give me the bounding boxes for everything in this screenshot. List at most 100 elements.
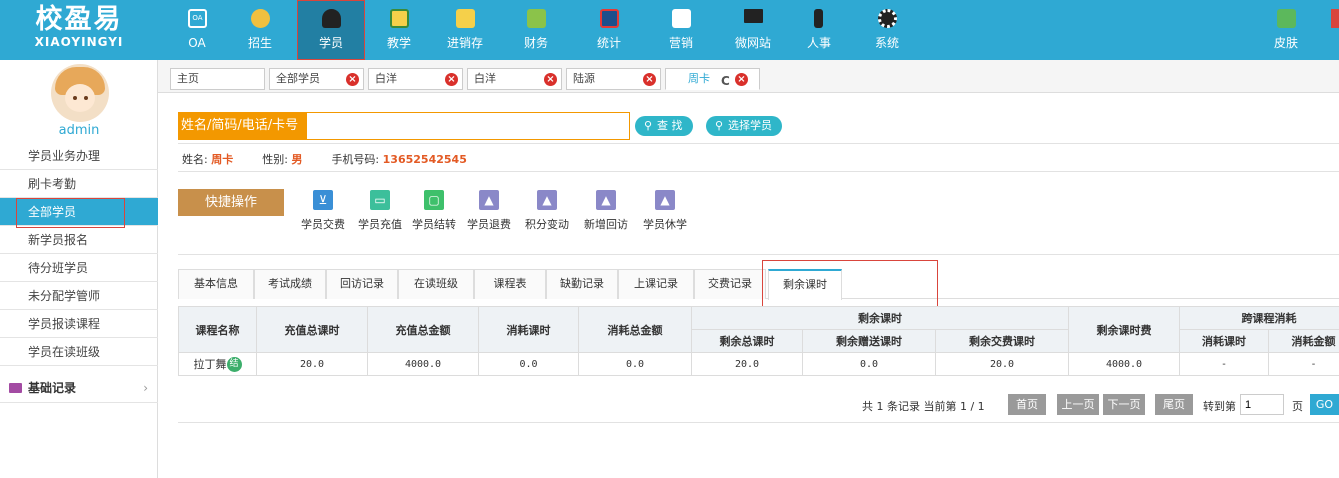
marketing-icon — [672, 9, 691, 28]
sidebar-item-pending-class[interactable]: 待分班学员 — [0, 254, 158, 282]
next-page-button[interactable]: 下一页 — [1103, 394, 1145, 415]
cell-course: 拉丁舞结 — [178, 352, 257, 376]
tab-visit-records[interactable]: 回访记录 — [326, 269, 398, 299]
nav-inventory[interactable]: 进销存 — [431, 0, 499, 60]
col-remaining-gift: 剩余赠送课时 — [802, 329, 936, 353]
nav-skin[interactable]: 皮肤 — [1252, 0, 1320, 60]
quick-action-payment[interactable]: ⊻ 学员交费 — [301, 190, 345, 232]
settings-icon — [878, 9, 897, 28]
first-page-button[interactable]: 首页 — [1008, 394, 1046, 415]
tab-exam-scores[interactable]: 考试成绩 — [254, 269, 326, 299]
prev-page-button[interactable]: 上一页 — [1057, 394, 1099, 415]
nav-label: 系统 — [874, 36, 899, 50]
quick-action-points[interactable]: ▲ 积分变动 — [525, 190, 569, 232]
name-label: 姓名: — [182, 153, 208, 166]
sidebar-group-label: 基础记录 — [28, 381, 77, 395]
sidebar-group-basic-records[interactable]: 基础记录 › — [0, 373, 158, 403]
transfer-icon: ▢ — [424, 190, 444, 210]
nav-marketing[interactable]: 营销 — [647, 0, 715, 60]
nav-oa[interactable]: OA OA — [163, 0, 231, 60]
select-student-button[interactable]: ⚲ 选择学员 — [706, 116, 782, 136]
student-info: 姓名: 周卡 性别: 男 手机号码: 13652542545 — [182, 151, 467, 167]
avatar — [51, 64, 109, 122]
nav-settings[interactable]: 系统 — [853, 0, 921, 60]
table-row: 拉丁舞结 20.0 4000.0 0.0 0.0 20.0 0.0 20.0 4… — [178, 352, 1339, 376]
close-icon[interactable]: × — [643, 73, 656, 86]
divider — [178, 254, 1339, 255]
sidebar-item-current-classes[interactable]: 学员在读班级 — [0, 338, 158, 366]
nav-recruit[interactable]: 招生 — [226, 0, 294, 60]
quick-action-visit[interactable]: ▲ 新增回访 — [584, 190, 628, 232]
nav-label: 教学 — [386, 36, 411, 50]
tab-luyuan[interactable]: 陆源 × — [566, 68, 661, 90]
col-cross-amount: 消耗金额 — [1268, 329, 1339, 353]
quick-action-transfer[interactable]: ▢ 学员结转 — [412, 190, 456, 232]
nav-label: 营销 — [668, 36, 693, 50]
nav-hr[interactable]: 人事 — [785, 0, 853, 60]
sidebar-item-attendance[interactable]: 刷卡考勤 — [0, 170, 158, 198]
tab-baiyang-1[interactable]: 白洋 × — [368, 68, 463, 90]
cell-remaining-total: 20.0 — [691, 352, 803, 376]
sidebar-item-new-enroll[interactable]: 新学员报名 — [0, 226, 158, 254]
col-consumed-hours: 消耗课时 — [478, 306, 579, 353]
exit-icon[interactable] — [1331, 9, 1339, 28]
search-button-label: 查 找 — [657, 119, 683, 132]
oa-icon: OA — [188, 9, 207, 28]
go-button[interactable]: GO — [1310, 394, 1339, 415]
quick-action-label: 积分变动 — [525, 218, 569, 231]
quick-action-recharge[interactable]: ▭ 学员充值 — [358, 190, 402, 232]
tab-label: 全部学员 — [276, 72, 320, 85]
tab-absence[interactable]: 缺勤记录 — [546, 269, 618, 299]
quick-action-refund[interactable]: ▲ 学员退费 — [467, 190, 511, 232]
page-number-input[interactable] — [1240, 394, 1284, 415]
cart-icon: ⊻ — [313, 190, 333, 210]
close-icon[interactable]: × — [445, 73, 458, 86]
search-input[interactable]: 姓名/简码/电话/卡号 — [178, 112, 630, 140]
cell-consumed-amount: 0.0 — [578, 352, 692, 376]
col-remaining-total: 剩余总课时 — [691, 329, 803, 353]
tab-home[interactable]: 主页 — [170, 68, 265, 90]
tab-payment-records[interactable]: 交费记录 — [694, 269, 766, 299]
nav-teaching[interactable]: 教学 — [365, 0, 433, 60]
col-group-remaining: 剩余课时 — [691, 306, 1069, 330]
close-icon[interactable]: × — [735, 73, 748, 86]
sidebar-item-all-students[interactable]: 全部学员 — [0, 198, 158, 228]
tab-attendance-records[interactable]: 上课记录 — [618, 269, 694, 299]
hr-icon — [814, 9, 823, 28]
quick-action-label: 学员交费 — [301, 218, 345, 231]
quick-action-suspend[interactable]: ▲ 学员休学 — [643, 190, 687, 232]
sidebar-item-business[interactable]: 学员业务办理 — [0, 142, 158, 170]
cell-consumed-hours: 0.0 — [478, 352, 579, 376]
username: admin — [58, 123, 100, 138]
refresh-icon[interactable]: C — [721, 71, 730, 91]
close-icon[interactable]: × — [346, 73, 359, 86]
student-icon — [322, 9, 341, 28]
search-button[interactable]: ⚲ 查 找 — [635, 116, 693, 136]
tab-remaining-hours[interactable]: 剩余课时 — [768, 269, 842, 300]
logo-en: XIAOYINGYI — [34, 35, 124, 49]
cell-recharge-hours: 20.0 — [256, 352, 368, 376]
col-course: 课程名称 — [178, 306, 257, 353]
tab-basic-info[interactable]: 基本信息 — [178, 269, 254, 299]
tab-baiyang-2[interactable]: 白洋 × — [467, 68, 562, 90]
nav-student[interactable]: 学员 — [297, 0, 365, 60]
settle-badge[interactable]: 结 — [226, 357, 242, 373]
last-page-button[interactable]: 尾页 — [1155, 394, 1193, 415]
col-remaining-paid: 剩余交费课时 — [935, 329, 1069, 353]
divider — [178, 171, 1339, 172]
sidebar-item-enrolled-courses[interactable]: 学员报读课程 — [0, 310, 158, 338]
nav-finance[interactable]: 财务 — [502, 0, 570, 60]
nav-website[interactable]: 微网站 — [719, 0, 787, 60]
close-icon[interactable]: × — [544, 73, 557, 86]
tab-zhouka[interactable]: 周卡 C × — [665, 68, 760, 90]
logo-cn: 校盈易 — [35, 4, 123, 35]
tab-all-students[interactable]: 全部学员 × — [269, 68, 364, 90]
top-navbar: 校盈易 XIAOYINGYI OA OA 招生 学员 教学 进销存 财务 统计 … — [0, 0, 1339, 60]
quick-action-label: 学员充值 — [358, 218, 402, 231]
tab-current-classes[interactable]: 在读班级 — [398, 269, 474, 299]
quick-actions-button[interactable]: 快捷操作 — [178, 189, 284, 216]
nav-statistics[interactable]: 统计 — [575, 0, 643, 60]
sidebar-item-unassigned-manager[interactable]: 未分配学管师 — [0, 282, 158, 310]
quick-action-label: 学员结转 — [412, 218, 456, 231]
tab-schedule[interactable]: 课程表 — [474, 269, 546, 299]
